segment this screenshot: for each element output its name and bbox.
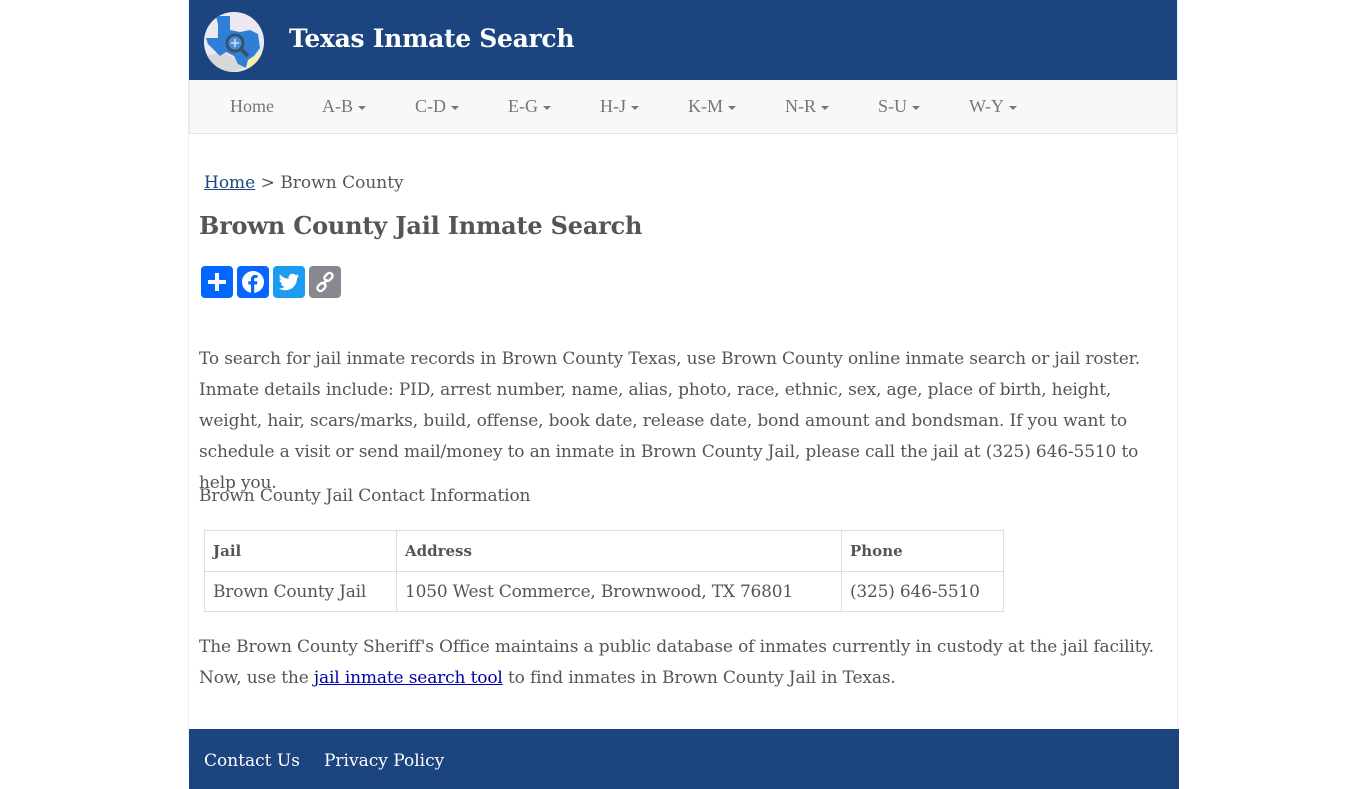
twitter-share-button[interactable] [273, 266, 305, 298]
nav-item-k-m[interactable]: K-M [657, 96, 754, 117]
footer-link-contact-us[interactable]: Contact Us [204, 751, 300, 771]
link-icon [316, 271, 334, 293]
nav-item-c-d[interactable]: C-D [384, 96, 477, 117]
nav-item-s-u[interactable]: S-U [847, 96, 938, 117]
caret-down-icon [1009, 105, 1018, 110]
footer-link-privacy-policy[interactable]: Privacy Policy [324, 751, 444, 771]
closing-text-after-link: to find inmates in Brown County Jail in … [502, 668, 896, 688]
site-header: Texas Inmate Search [189, 0, 1177, 80]
page-title: Brown County Jail Inmate Search [199, 211, 643, 240]
table-header-jail: Jail [204, 530, 397, 572]
site-title[interactable]: Texas Inmate Search [289, 24, 575, 53]
main-nav: Home A-B C-D E-G H-J K-M N-R S-U W-Y [189, 80, 1177, 134]
contact-table: Jail Address Phone Brown County Jail 105… [204, 530, 1004, 612]
table-cell-phone: (325) 646-5510 [841, 571, 1004, 612]
breadcrumb-current: Brown County [280, 173, 404, 193]
caret-down-icon [821, 105, 829, 110]
nav-item-label: Home [230, 96, 274, 116]
breadcrumb-home-link[interactable]: Home [204, 173, 255, 193]
caret-down-icon [912, 105, 921, 110]
footer-links: Contact Us Privacy Policy [204, 751, 444, 771]
share-buttons [201, 266, 341, 298]
nav-item-label: N-R [785, 96, 816, 116]
site-footer: Contact Us Privacy Policy [189, 729, 1179, 789]
facebook-share-button[interactable] [237, 266, 269, 298]
table-header-address: Address [396, 530, 842, 572]
table-row: Brown County Jail 1050 West Commerce, Br… [204, 571, 1004, 612]
contact-heading: Brown County Jail Contact Information [199, 486, 531, 506]
share-button[interactable] [201, 266, 233, 298]
plus-icon [208, 273, 226, 291]
closing-paragraph: The Brown County Sheriff's Office mainta… [199, 632, 1179, 694]
nav-item-n-r[interactable]: N-R [754, 96, 847, 117]
closing-text-before-link: Now, use the [199, 668, 314, 688]
nav-item-label: C-D [415, 96, 446, 116]
caret-down-icon [543, 105, 551, 110]
nav-item-label: W-Y [969, 96, 1005, 116]
caret-down-icon [451, 105, 459, 110]
nav-item-e-g[interactable]: E-G [477, 96, 569, 117]
caret-down-icon [728, 105, 736, 110]
nav-item-home[interactable]: Home [212, 96, 292, 117]
facebook-icon [242, 271, 264, 293]
caret-down-icon [358, 105, 366, 110]
intro-paragraph: To search for jail inmate records in Bro… [199, 349, 1140, 493]
breadcrumb: Home > Brown County [204, 173, 404, 193]
site-logo-icon[interactable] [204, 12, 264, 72]
nav-item-w-y[interactable]: W-Y [938, 96, 1035, 117]
nav-item-label: H-J [600, 96, 626, 116]
breadcrumb-separator: > [255, 173, 281, 193]
jail-inmate-search-tool-link[interactable]: jail inmate search tool [314, 668, 503, 688]
table-header-row: Jail Address Phone [204, 530, 1004, 572]
nav-item-label: A-B [322, 96, 353, 116]
closing-line-1: The Brown County Sheriff's Office mainta… [199, 637, 1154, 657]
nav-item-label: S-U [878, 96, 908, 116]
page-container: Texas Inmate Search Home A-B C-D E-G H-J… [188, 0, 1179, 789]
table-cell-jail: Brown County Jail [204, 571, 397, 612]
nav-item-h-j[interactable]: H-J [569, 96, 657, 117]
nav-item-label: K-M [688, 96, 723, 116]
nav-item-label: E-G [508, 96, 538, 116]
nav-item-a-b[interactable]: A-B [292, 96, 384, 117]
twitter-icon [278, 273, 299, 291]
table-cell-address: 1050 West Commerce, Brownwood, TX 76801 [396, 571, 842, 612]
copy-link-button[interactable] [309, 266, 341, 298]
caret-down-icon [631, 105, 639, 110]
table-header-phone: Phone [841, 530, 1004, 572]
